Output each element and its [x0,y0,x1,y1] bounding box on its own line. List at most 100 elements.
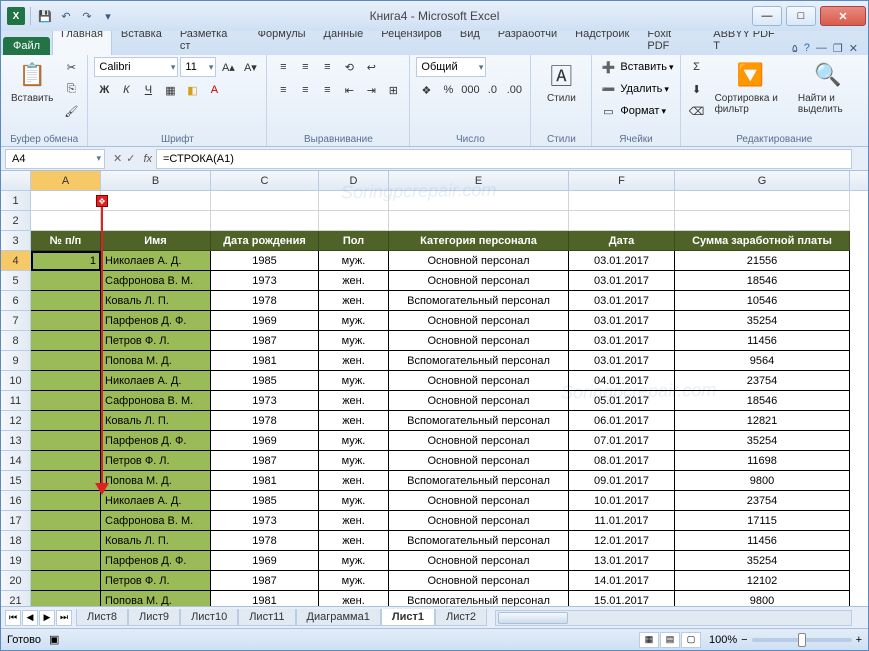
cell[interactable]: муж. [319,571,389,591]
cell[interactable] [31,451,101,471]
zoom-in-icon[interactable]: + [856,634,862,646]
window-close-icon[interactable]: ✕ [849,42,858,55]
cell[interactable]: Николаев А. Д. [101,251,211,271]
cell[interactable]: Категория персонала [389,231,569,251]
page-layout-view-icon[interactable]: ▤ [660,632,680,648]
align-top-icon[interactable]: ≡ [273,57,293,77]
cell[interactable]: жен. [319,411,389,431]
cell[interactable]: № п/п [31,231,101,251]
row-header[interactable]: 5 [1,271,31,291]
window-restore-icon[interactable]: ❐ [833,42,843,55]
zoom-out-icon[interactable]: − [741,634,747,646]
cell[interactable]: 9800 [675,471,850,491]
styles-button[interactable]: 🄰 Стили [537,57,585,106]
cell[interactable]: муж. [319,331,389,351]
row-header[interactable]: 14 [1,451,31,471]
cell[interactable]: 1969 [211,431,319,451]
increase-font-icon[interactable]: A▴ [218,57,238,77]
cell[interactable]: Вспомогательный персонал [389,411,569,431]
cell[interactable]: 10546 [675,291,850,311]
zoom-level[interactable]: 100% [709,634,737,646]
cell[interactable]: 1978 [211,291,319,311]
column-header-E[interactable]: E [389,171,569,190]
cell[interactable]: 03.01.2017 [569,291,675,311]
row-header[interactable]: 12 [1,411,31,431]
zoom-slider[interactable] [752,638,852,642]
cell[interactable]: Основной персонал [389,511,569,531]
cell[interactable]: Основной персонал [389,551,569,571]
cell[interactable]: 08.01.2017 [569,451,675,471]
cell[interactable]: Вспомогательный персонал [389,591,569,606]
align-middle-icon[interactable]: ≡ [295,57,315,77]
cell[interactable] [319,191,389,211]
macro-record-icon[interactable]: ▣ [49,633,59,646]
sheet-tab-Диаграмма1[interactable]: Диаграмма1 [296,609,381,626]
cell[interactable]: 18546 [675,391,850,411]
cell[interactable]: Основной персонал [389,451,569,471]
cell[interactable]: 1973 [211,391,319,411]
row-header[interactable]: 18 [1,531,31,551]
cell[interactable] [389,191,569,211]
find-select-button[interactable]: 🔍 Найти и выделить [794,57,862,117]
cell[interactable]: жен. [319,531,389,551]
cell[interactable]: 12821 [675,411,850,431]
cell[interactable]: Коваль Л. П. [101,411,211,431]
cell[interactable]: 1985 [211,491,319,511]
column-header-F[interactable]: F [569,171,675,190]
cell[interactable]: Коваль Л. П. [101,531,211,551]
italic-button[interactable]: К [116,80,136,100]
cell[interactable]: 07.01.2017 [569,431,675,451]
accept-formula-icon[interactable]: ✓ [126,152,135,165]
row-header[interactable]: 8 [1,331,31,351]
column-header-D[interactable]: D [319,171,389,190]
cell[interactable]: 1987 [211,571,319,591]
close-button[interactable]: ✕ [820,6,866,26]
cell[interactable] [569,191,675,211]
cell[interactable]: 14.01.2017 [569,571,675,591]
align-left-icon[interactable]: ≡ [273,80,293,100]
cell[interactable] [569,211,675,231]
cell[interactable] [31,511,101,531]
row-header[interactable]: 6 [1,291,31,311]
cell[interactable] [31,211,101,231]
cell[interactable]: 1969 [211,551,319,571]
cell[interactable]: жен. [319,511,389,531]
cell[interactable] [31,471,101,491]
font-color-icon[interactable]: A [204,80,224,100]
cell[interactable]: 1981 [211,591,319,606]
row-header[interactable]: 19 [1,551,31,571]
cell[interactable]: жен. [319,391,389,411]
row-header[interactable]: 20 [1,571,31,591]
cut-icon[interactable]: ✂ [61,57,81,77]
fill-icon[interactable]: ⬇ [687,79,707,99]
cell[interactable]: 09.01.2017 [569,471,675,491]
cell[interactable]: Коваль Л. П. [101,291,211,311]
cell[interactable]: 35254 [675,311,850,331]
cell[interactable]: 1 [31,251,101,271]
sheet-tab-Лист1[interactable]: Лист1 [381,609,435,626]
cell[interactable]: Вспомогательный персонал [389,291,569,311]
cell[interactable]: Имя [101,231,211,251]
cell[interactable]: Вспомогательный персонал [389,531,569,551]
border-icon[interactable]: ▦ [160,80,180,100]
cell[interactable]: Вспомогательный персонал [389,351,569,371]
cell[interactable] [31,491,101,511]
cell[interactable] [31,271,101,291]
cell[interactable]: 11456 [675,331,850,351]
cell[interactable]: Петров Ф. Л. [101,451,211,471]
page-break-view-icon[interactable]: ▢ [681,632,701,648]
cell[interactable]: 15.01.2017 [569,591,675,606]
grid-rows[interactable]: ✥ 123№ п/пИмяДата рожденияПолКатегория п… [1,191,868,606]
fx-icon[interactable]: fx [139,153,156,165]
cell[interactable]: Основной персонал [389,391,569,411]
decrease-font-icon[interactable]: A▾ [240,57,260,77]
cell[interactable]: Дата рождения [211,231,319,251]
cell[interactable]: муж. [319,451,389,471]
cell[interactable]: 04.01.2017 [569,371,675,391]
file-tab[interactable]: Файл [3,37,50,55]
row-header[interactable]: 17 [1,511,31,531]
cell[interactable]: 03.01.2017 [569,331,675,351]
horizontal-scrollbar[interactable] [495,610,852,626]
column-header-A[interactable]: A [31,171,101,190]
cell[interactable] [31,531,101,551]
